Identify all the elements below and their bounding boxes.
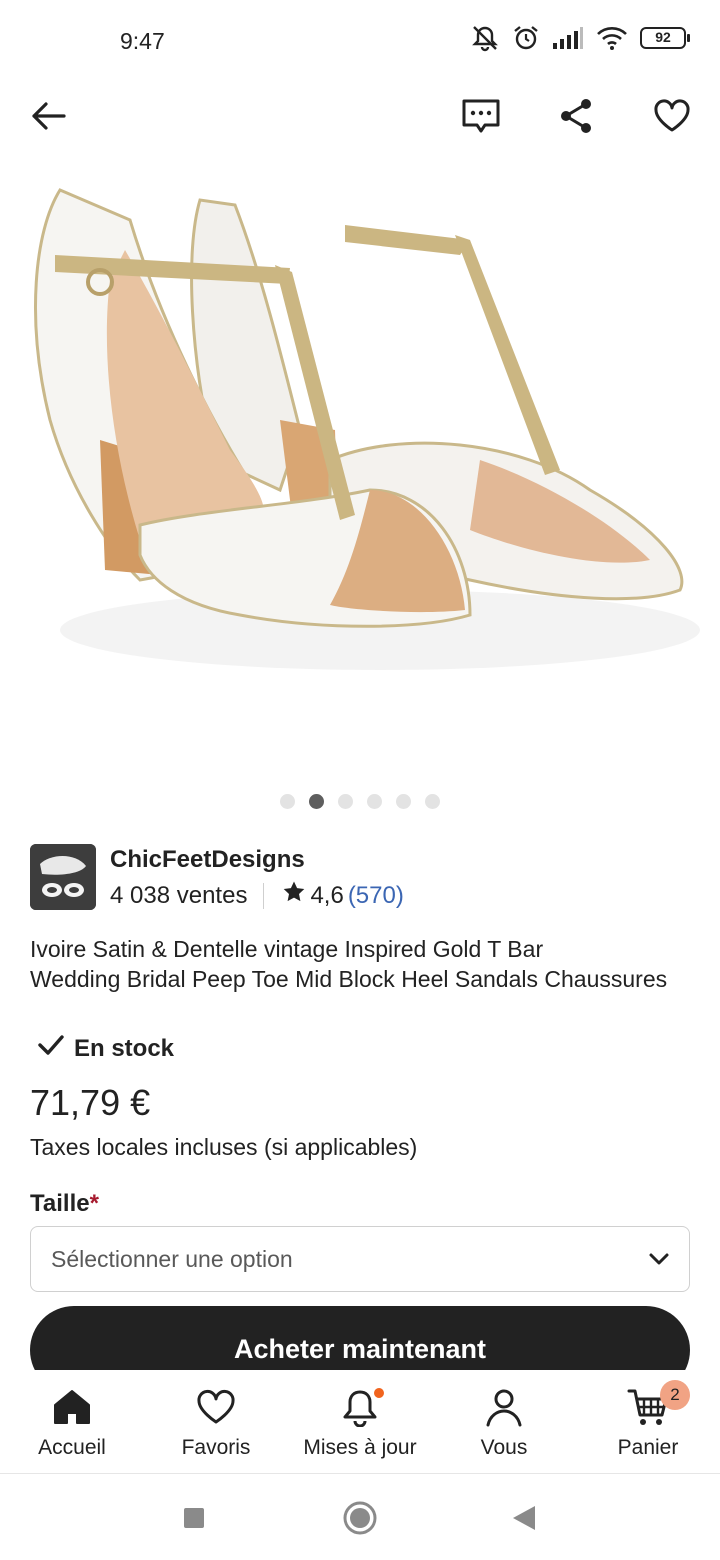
size-select[interactable]: Sélectionner une option xyxy=(30,1226,690,1292)
shop-avatar[interactable] xyxy=(30,844,96,910)
back-arrow-icon xyxy=(30,100,66,137)
nav-label-home: Accueil xyxy=(38,1436,106,1459)
user-icon xyxy=(432,1384,576,1430)
carousel-dot[interactable] xyxy=(367,794,382,809)
circle-icon xyxy=(342,1500,378,1541)
divider xyxy=(263,882,265,909)
alarm-icon xyxy=(512,24,540,52)
price: 71,79 € xyxy=(30,1082,151,1123)
tax-note: Taxes locales incluses (si applicables) xyxy=(30,1134,418,1160)
size-select-placeholder: Sélectionner une option xyxy=(51,1246,293,1272)
signal-icon xyxy=(552,26,584,50)
carousel-dots xyxy=(0,794,720,809)
bell-icon xyxy=(288,1384,432,1430)
triangle-back-icon xyxy=(511,1504,537,1537)
nav-label-updates: Mises à jour xyxy=(303,1436,417,1459)
shop-name[interactable]: ChicFeetDesigns xyxy=(110,846,305,874)
share-button[interactable] xyxy=(548,90,604,146)
carousel-dot[interactable] xyxy=(280,794,295,809)
square-icon xyxy=(182,1506,206,1535)
cart-icon: 2 xyxy=(576,1380,720,1430)
nav-item-favorites[interactable]: Favoris xyxy=(144,1384,288,1460)
size-label-text: Taille xyxy=(30,1190,90,1217)
mute-icon xyxy=(470,24,500,52)
favorite-button[interactable] xyxy=(644,90,700,146)
shop-sales: 4 038 ventes xyxy=(110,881,248,909)
status-time: 9:47 xyxy=(120,28,165,54)
nav-label-you: Vous xyxy=(480,1436,528,1459)
system-nav-bar xyxy=(0,1476,720,1560)
product-image[interactable] xyxy=(0,160,720,780)
cart-badge: 2 xyxy=(660,1380,690,1410)
size-label: Taille* xyxy=(30,1190,99,1218)
home-system-button[interactable] xyxy=(340,1500,380,1540)
message-seller-button[interactable] xyxy=(453,90,509,146)
heart-icon xyxy=(653,98,691,138)
back-button[interactable] xyxy=(20,90,76,146)
notification-dot xyxy=(372,1386,386,1400)
stock-label: En stock xyxy=(74,1034,175,1062)
shop-rating: 4,6 xyxy=(310,881,344,909)
carousel-dot[interactable] xyxy=(309,794,324,809)
status-bar: 9:47 92 xyxy=(0,0,720,84)
shop-meta: 4 038 ventes 4,6 (570) xyxy=(110,880,404,911)
back-system-button[interactable] xyxy=(504,1500,544,1540)
status-icons: 92 xyxy=(470,24,690,52)
wifi-icon xyxy=(596,26,628,50)
chevron-down-icon xyxy=(647,1247,671,1276)
check-icon xyxy=(38,1034,64,1063)
required-mark: * xyxy=(89,1190,99,1217)
product-title-line-1: Ivoire Satin & Dentelle vintage Inspired… xyxy=(30,936,544,962)
message-icon xyxy=(461,98,501,139)
nav-item-updates[interactable]: Mises à jour xyxy=(288,1384,432,1460)
recents-button[interactable] xyxy=(174,1500,214,1540)
star-icon xyxy=(282,880,306,911)
bottom-nav: Accueil Favoris Mises à jour Vous 2 Pani… xyxy=(0,1370,720,1474)
product-title-line-2: Wedding Bridal Peep Toe Mid Block Heel S… xyxy=(30,966,668,992)
shop-info[interactable]: ChicFeetDesigns 4 038 ventes 4,6 (570) xyxy=(30,844,690,910)
heart-icon xyxy=(144,1384,288,1430)
carousel-dot[interactable] xyxy=(338,794,353,809)
carousel-dot[interactable] xyxy=(396,794,411,809)
top-bar xyxy=(0,90,720,150)
nav-label-favorites: Favoris xyxy=(181,1436,251,1459)
nav-item-cart[interactable]: 2 Panier xyxy=(576,1380,720,1460)
review-count-link[interactable]: (570) xyxy=(348,882,404,910)
nav-item-you[interactable]: Vous xyxy=(432,1384,576,1460)
nav-label-cart: Panier xyxy=(617,1436,679,1459)
battery-icon: 92 xyxy=(640,27,690,49)
home-icon xyxy=(0,1384,144,1430)
nav-item-home[interactable]: Accueil xyxy=(0,1384,144,1460)
product-title: Ivoire Satin & Dentelle vintage Inspired… xyxy=(30,934,690,994)
share-icon xyxy=(557,97,595,140)
carousel-dot[interactable] xyxy=(425,794,440,809)
stock-status: En stock xyxy=(38,1034,174,1063)
